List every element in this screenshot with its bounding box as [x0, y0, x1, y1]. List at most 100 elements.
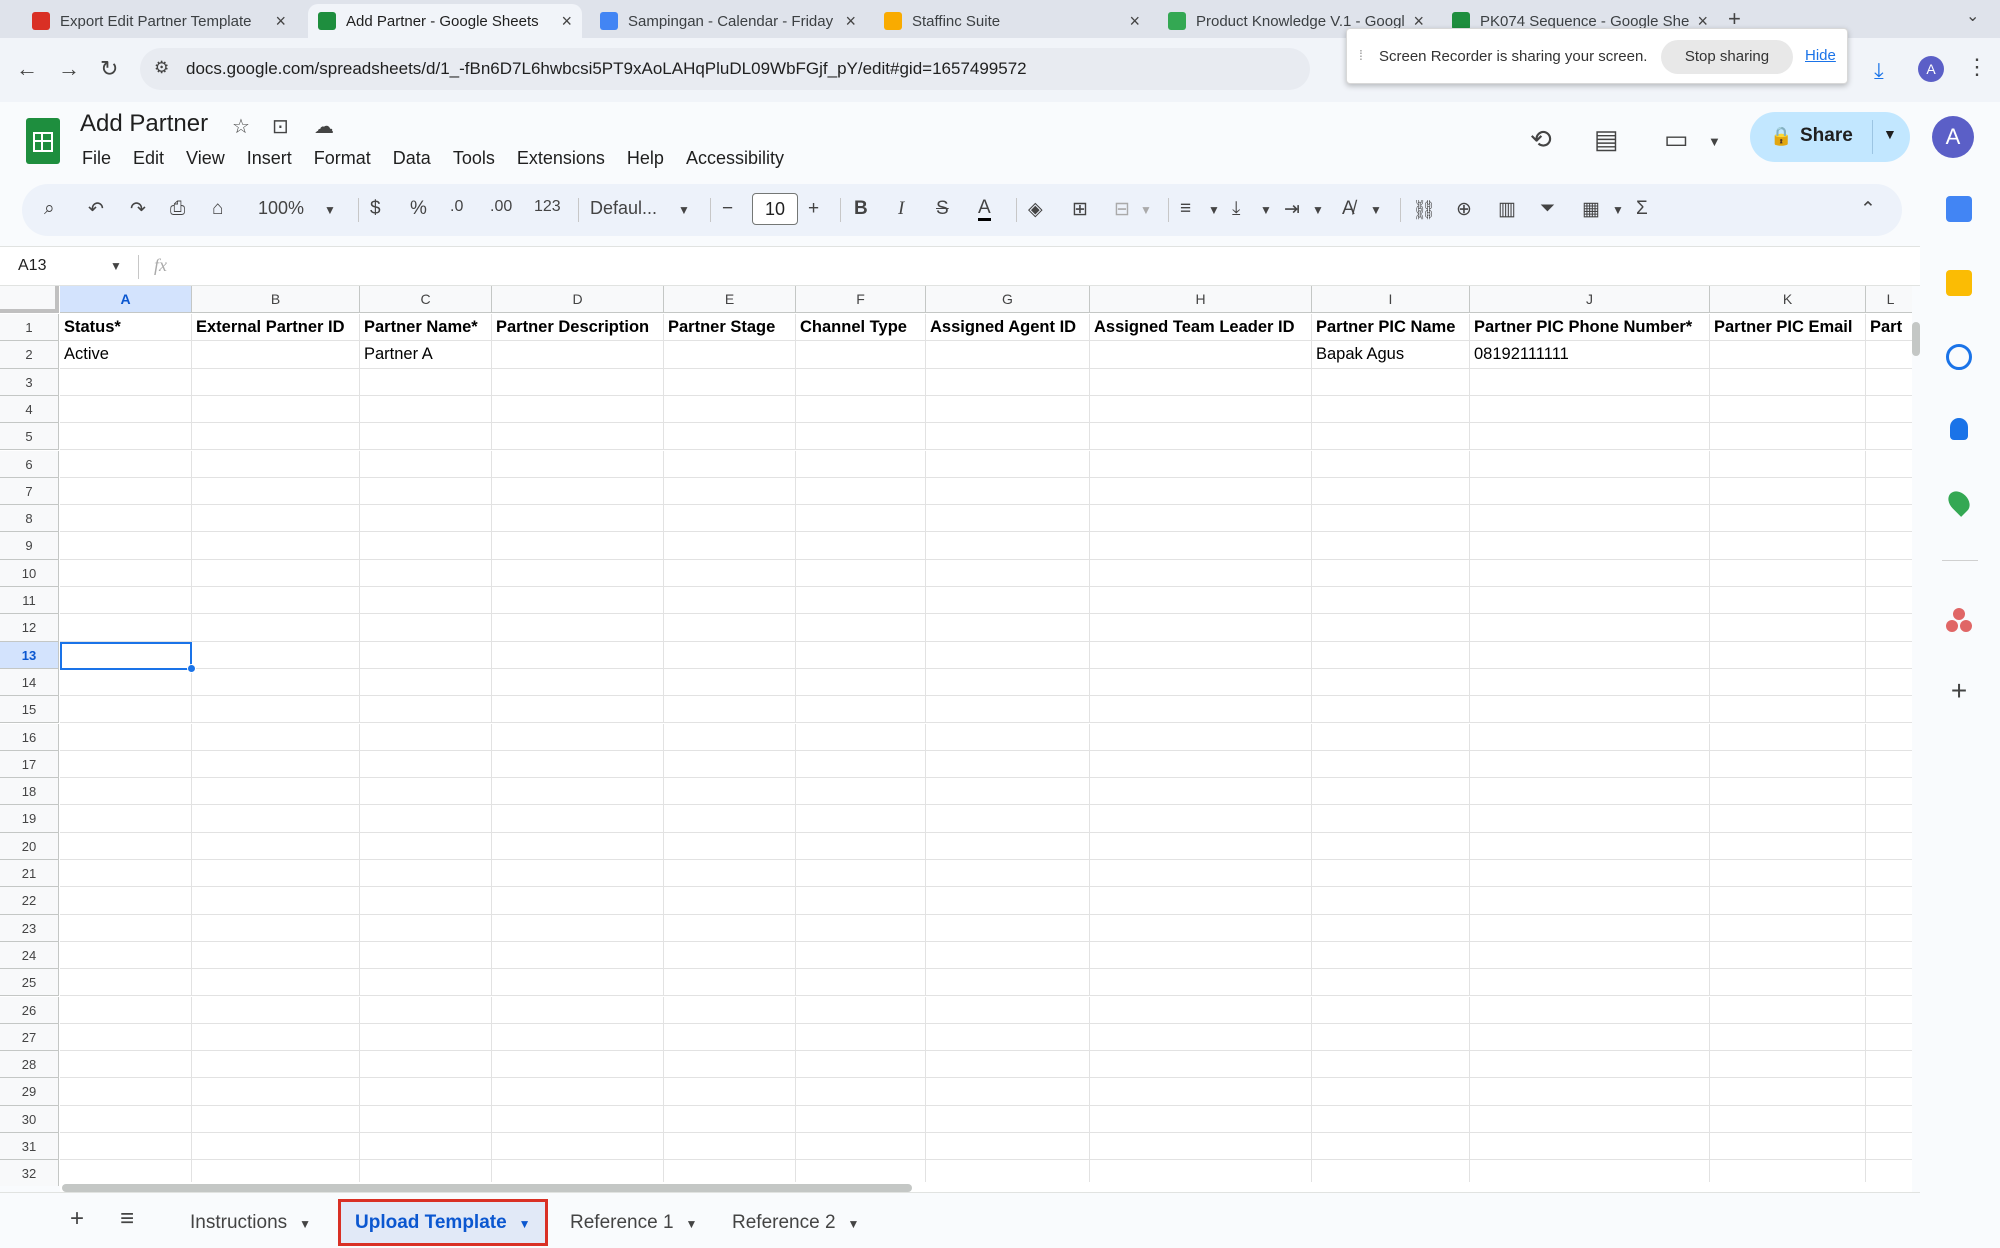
empty-cell[interactable] — [1710, 778, 1866, 806]
empty-cell[interactable] — [1312, 969, 1470, 997]
empty-cell[interactable] — [1470, 641, 1710, 669]
empty-cell[interactable] — [1090, 996, 1312, 1024]
close-tab-icon[interactable]: × — [1129, 11, 1140, 32]
empty-cell[interactable] — [1090, 914, 1312, 942]
functions-button[interactable]: Σ — [1636, 198, 1648, 220]
row-header[interactable]: 6 — [0, 450, 59, 478]
vertical-scrollbar[interactable] — [1912, 314, 1920, 1164]
empty-cell[interactable] — [1090, 1105, 1312, 1133]
empty-cell[interactable] — [1470, 1051, 1710, 1079]
insert-link-icon[interactable]: ⛓ — [1412, 198, 1436, 222]
url-text[interactable]: docs.google.com/spreadsheets/d/1_-fBn6D7… — [186, 59, 1027, 79]
download-icon[interactable]: ⤓ — [1874, 58, 1884, 84]
empty-cell[interactable] — [360, 996, 492, 1024]
empty-cell[interactable] — [360, 587, 492, 615]
empty-cell[interactable] — [796, 668, 926, 697]
row-header[interactable]: 16 — [0, 723, 59, 751]
empty-cell[interactable] — [192, 614, 360, 642]
cloud-status-icon[interactable]: ☁ — [314, 114, 334, 139]
empty-cell[interactable] — [192, 860, 360, 888]
wrap-dropdown-icon[interactable]: ▼ — [1312, 203, 1324, 217]
empty-cell[interactable] — [360, 723, 492, 751]
header-cell[interactable]: Part — [1866, 314, 1912, 342]
close-tab-icon[interactable]: × — [845, 11, 856, 32]
empty-cell[interactable] — [1866, 915, 1912, 942]
empty-cell[interactable] — [1710, 860, 1866, 888]
data-cell[interactable] — [1710, 341, 1866, 369]
empty-cell[interactable] — [492, 1105, 664, 1133]
text-color-button[interactable]: A — [978, 198, 991, 221]
empty-cell[interactable] — [1312, 1133, 1470, 1161]
empty-cell[interactable] — [1090, 750, 1312, 779]
increase-font-size-icon[interactable]: + — [808, 198, 819, 220]
empty-cell[interactable] — [926, 914, 1090, 942]
sheet-tab[interactable]: Reference 2 ▼ — [718, 1199, 873, 1246]
empty-cell[interactable] — [1470, 941, 1710, 970]
keep-icon[interactable] — [1946, 270, 1972, 296]
align-dropdown-icon[interactable]: ▼ — [1208, 203, 1220, 217]
empty-cell[interactable] — [492, 996, 664, 1024]
empty-cell[interactable] — [796, 1105, 926, 1133]
empty-cell[interactable] — [1470, 887, 1710, 915]
empty-cell[interactable] — [1470, 368, 1710, 396]
header-cell[interactable]: Assigned Team Leader ID — [1090, 314, 1312, 342]
undo-icon[interactable]: ↶ — [88, 198, 104, 221]
empty-cell[interactable] — [360, 1105, 492, 1133]
empty-cell[interactable] — [926, 614, 1090, 642]
menu-item-format[interactable]: Format — [314, 148, 371, 169]
empty-cell[interactable] — [60, 368, 192, 396]
empty-cell[interactable] — [1866, 532, 1912, 560]
empty-cell[interactable] — [1090, 832, 1312, 860]
empty-cell[interactable] — [1090, 532, 1312, 560]
empty-cell[interactable] — [492, 450, 664, 478]
empty-cell[interactable] — [1866, 423, 1912, 451]
horizontal-scroll-thumb[interactable] — [62, 1184, 912, 1192]
empty-cell[interactable] — [1312, 450, 1470, 478]
share-dropdown-icon[interactable]: ▼ — [1883, 126, 1897, 142]
decrease-font-size-icon[interactable]: − — [722, 198, 733, 220]
data-cell[interactable]: 08192111111 — [1470, 341, 1710, 369]
empty-cell[interactable] — [1090, 887, 1312, 915]
empty-cell[interactable] — [1312, 1105, 1470, 1133]
row-header[interactable]: 13 — [0, 641, 59, 669]
empty-cell[interactable] — [1710, 832, 1866, 860]
empty-cell[interactable] — [1090, 941, 1312, 970]
row-header[interactable]: 29 — [0, 1078, 59, 1106]
column-header[interactable]: I — [1312, 286, 1470, 313]
empty-cell[interactable] — [1090, 696, 1312, 724]
row-header[interactable]: 1 — [0, 314, 59, 342]
empty-cell[interactable] — [192, 450, 360, 478]
empty-cell[interactable] — [926, 587, 1090, 615]
empty-cell[interactable] — [796, 969, 926, 997]
empty-cell[interactable] — [664, 696, 796, 724]
empty-cell[interactable] — [1470, 532, 1710, 560]
search-menus-icon[interactable]: ⌕ — [44, 198, 55, 220]
italic-button[interactable]: I — [898, 198, 904, 220]
decrease-decimal-button[interactable]: .0 — [450, 198, 463, 216]
fill-handle[interactable] — [187, 664, 196, 673]
maps-icon[interactable] — [1944, 487, 1974, 517]
empty-cell[interactable] — [1470, 696, 1710, 724]
empty-cell[interactable] — [1710, 750, 1866, 779]
row-header[interactable]: 9 — [0, 532, 59, 560]
header-cell[interactable]: Partner PIC Name — [1312, 314, 1470, 342]
empty-cell[interactable] — [796, 614, 926, 642]
row-header[interactable]: 26 — [0, 996, 59, 1024]
empty-cell[interactable] — [1312, 805, 1470, 833]
empty-cell[interactable] — [926, 1105, 1090, 1133]
empty-cell[interactable] — [60, 1078, 192, 1106]
empty-cell[interactable] — [360, 914, 492, 942]
move-folder-icon[interactable]: ⊡ — [272, 114, 289, 139]
empty-cell[interactable] — [60, 1023, 192, 1052]
empty-cell[interactable] — [192, 778, 360, 806]
empty-cell[interactable] — [1866, 669, 1912, 697]
empty-cell[interactable] — [360, 668, 492, 697]
empty-cell[interactable] — [664, 477, 796, 506]
row-header[interactable]: 7 — [0, 477, 59, 506]
empty-cell[interactable] — [796, 368, 926, 396]
comments-icon[interactable]: ▤ — [1594, 124, 1619, 155]
menu-item-accessibility[interactable]: Accessibility — [686, 148, 784, 169]
row-header[interactable]: 21 — [0, 860, 59, 888]
empty-cell[interactable] — [796, 778, 926, 806]
menu-item-edit[interactable]: Edit — [133, 148, 164, 169]
